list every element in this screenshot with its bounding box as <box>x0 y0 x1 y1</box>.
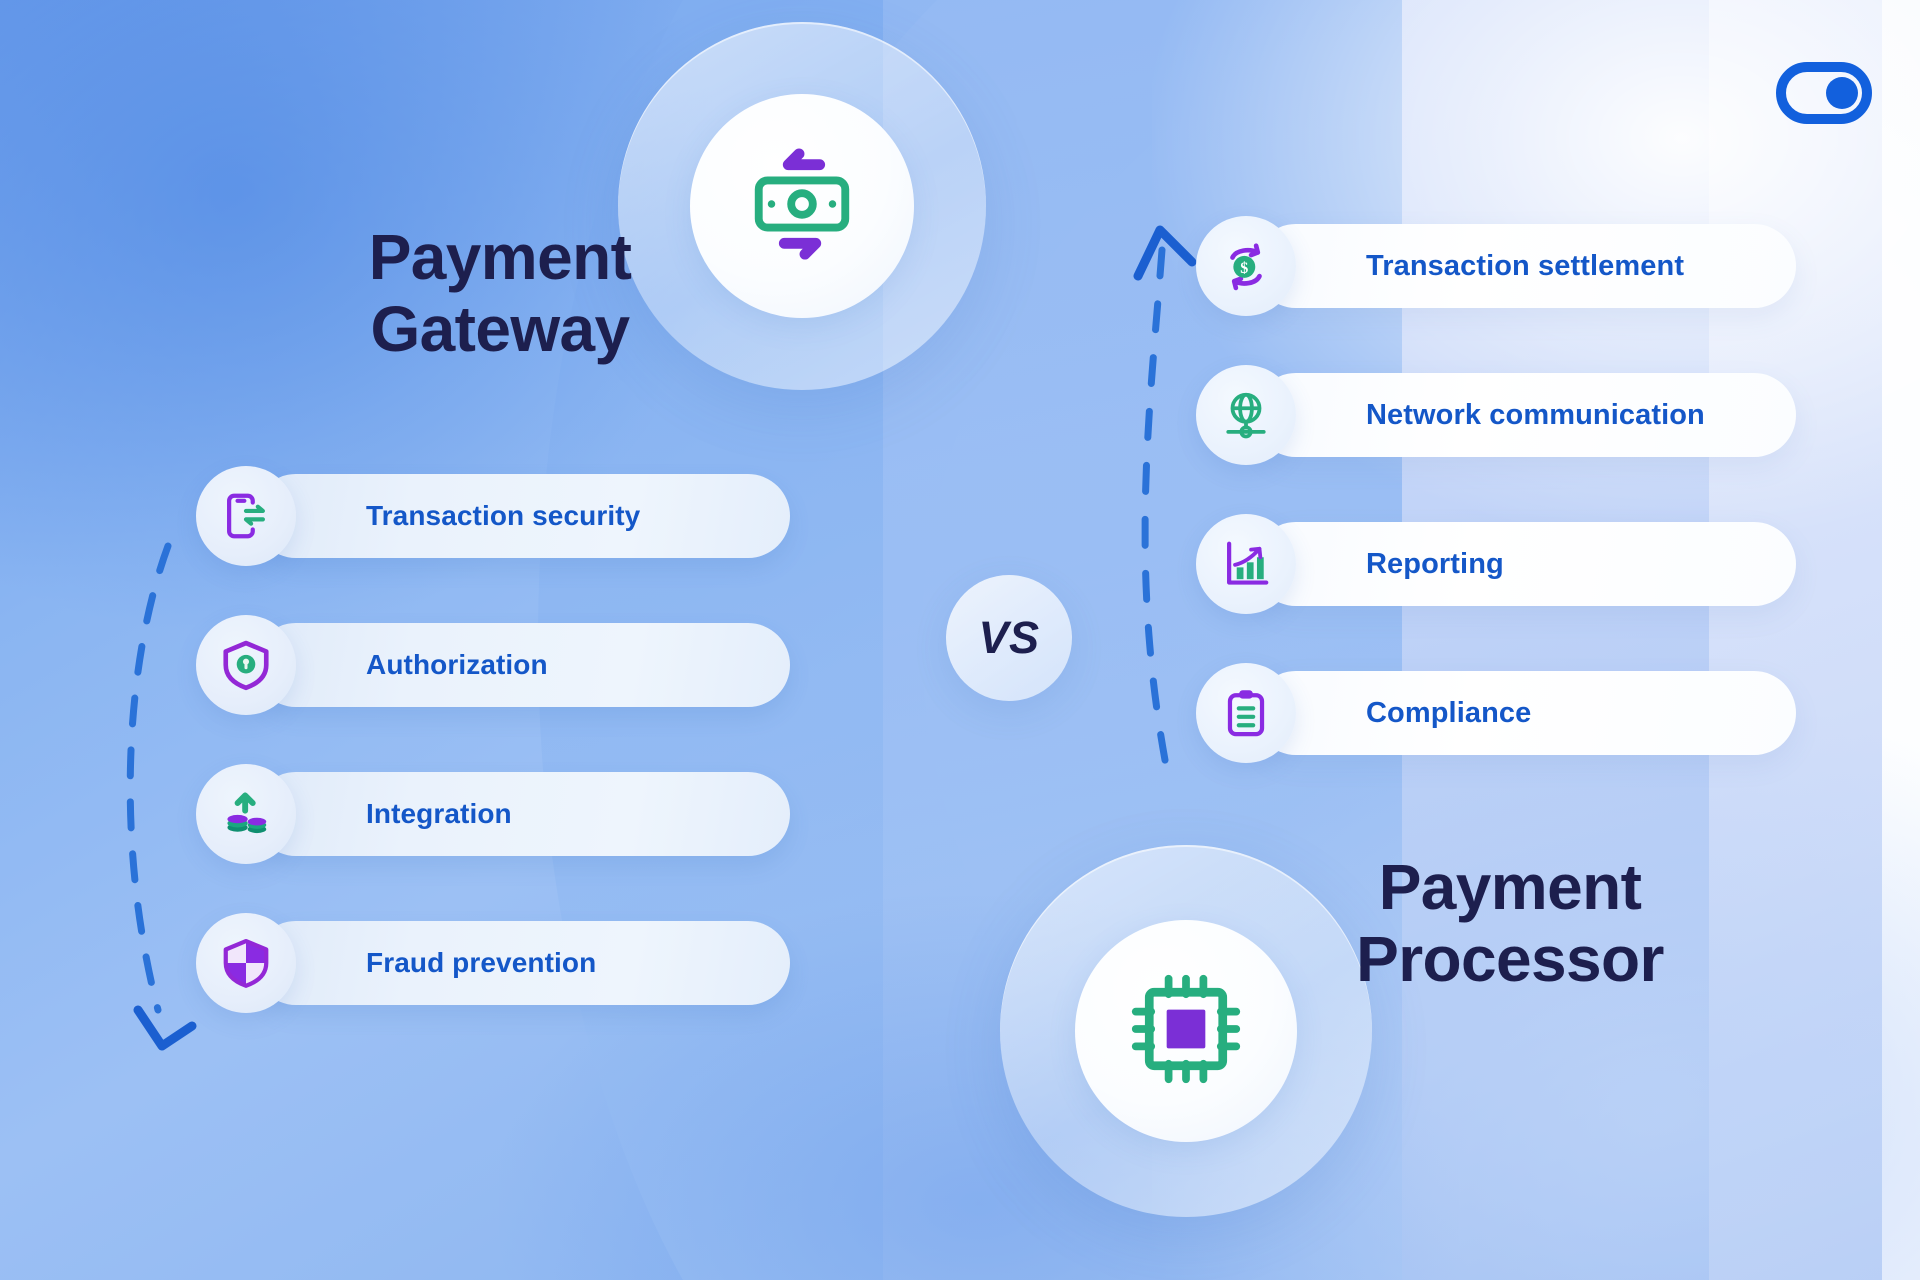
vs-badge: VS <box>946 575 1072 701</box>
feature-pill[interactable]: Reporting <box>1254 522 1796 606</box>
shield-lock-icon <box>196 615 296 715</box>
feature-label: Transaction settlement <box>1366 249 1685 282</box>
payment-processor-feature-list: Transaction settlement $ Network communi… <box>1196 216 1796 763</box>
list-item[interactable]: Compliance <box>1196 663 1796 763</box>
feature-label: Transaction security <box>366 500 641 531</box>
globe-network-icon <box>1196 365 1296 465</box>
payment-gateway-title: Payment Gateway <box>300 221 700 365</box>
payment-gateway-title-line-2: Gateway <box>370 292 630 365</box>
list-item[interactable]: Fraud prevention <box>196 913 790 1013</box>
list-item[interactable]: Authorization <box>196 615 790 715</box>
feature-pill[interactable]: Authorization <box>254 623 790 707</box>
list-item[interactable]: Transaction settlement $ <box>1196 216 1796 316</box>
payment-processor-hero-inner <box>1075 920 1297 1142</box>
feature-pill[interactable]: Fraud prevention <box>254 921 790 1005</box>
coins-upload-icon <box>196 764 296 864</box>
dollar-refresh-icon: $ <box>1196 216 1296 316</box>
theme-toggle[interactable]: on <box>1776 62 1872 124</box>
list-item[interactable]: Network communication <box>1196 365 1796 465</box>
feature-pill[interactable]: Compliance <box>1254 671 1796 755</box>
feature-label: Fraud prevention <box>366 947 597 978</box>
svg-text:$: $ <box>1240 260 1248 277</box>
payment-gateway-title-line-1: Payment <box>368 221 632 293</box>
payment-gateway-feature-list: Transaction security Authorization Integ… <box>196 466 790 1013</box>
feature-pill[interactable]: Transaction security <box>254 474 790 558</box>
feature-label: Network communication <box>1366 398 1705 431</box>
banknote-exchange-icon <box>743 145 861 268</box>
mobile-transfer-icon <box>196 466 296 566</box>
list-item[interactable]: Reporting <box>1196 514 1796 614</box>
feature-pill[interactable]: Network communication <box>1254 373 1796 457</box>
feature-pill[interactable]: Transaction settlement <box>1254 224 1796 308</box>
payment-gateway-hero-inner <box>690 94 914 318</box>
vs-label: VS <box>978 612 1040 663</box>
shield-icon <box>196 913 296 1013</box>
bar-chart-growth-icon <box>1196 514 1296 614</box>
payment-processor-title: Payment Processor <box>1300 851 1720 995</box>
payment-processor-title-line-2: Processor <box>1356 922 1664 995</box>
clipboard-list-icon <box>1196 663 1296 763</box>
feature-label: Authorization <box>366 649 548 680</box>
infographic-canvas: on Payment Gateway <box>0 0 1920 1280</box>
payment-processor-title-line-1: Payment <box>1378 851 1642 923</box>
list-item[interactable]: Transaction security <box>196 466 790 566</box>
list-item[interactable]: Integration <box>196 764 790 864</box>
feature-pill[interactable]: Integration <box>254 772 790 856</box>
microchip-icon <box>1128 971 1244 1092</box>
